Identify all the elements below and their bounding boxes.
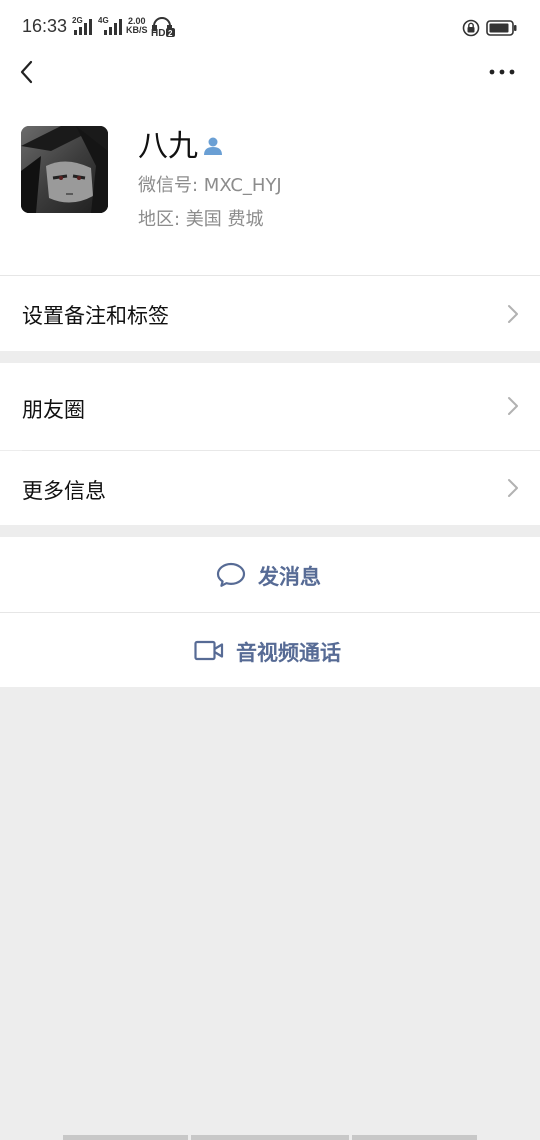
back-icon[interactable] [14,58,42,86]
moments-row[interactable]: 朋友圈 [0,363,540,450]
chevron-right-icon [508,305,518,323]
more-info-row[interactable]: 更多信息 [0,451,540,525]
contact-person-icon [202,136,224,160]
battery-icon [486,20,518,40]
chevron-right-icon [508,397,518,415]
network-speed: 2.00 KB/S [126,16,148,35]
wechat-id: 微信号: MXC_HYJ [138,175,282,196]
rotation-lock-icon [462,19,480,41]
video-camera-icon [194,640,224,661]
signal-2g-icon: 2G [72,16,92,35]
signal-4g-icon: 4G [98,16,122,35]
nav-indicator [63,1135,188,1140]
nav-indicator [191,1135,349,1140]
video-call-button[interactable]: 音视频通话 [0,613,540,687]
hd-voice-icon: HD 2 [151,17,177,41]
moments-label: 朋友圈 [22,398,85,422]
region: 地区: 美国 费城 [138,209,264,230]
chevron-right-icon [508,479,518,497]
nav-indicator [352,1135,477,1140]
status-time: 16:33 [22,16,68,36]
chat-bubble-icon [216,562,246,587]
profile-name: 八九 [138,129,198,164]
more-options-icon[interactable] [488,62,518,82]
send-message-button[interactable]: 发消息 [0,537,540,612]
avatar[interactable] [21,126,108,213]
svg-text:2: 2 [168,29,173,37]
status-bar: 16:33 2G 4G 2.00 KB/S HD 2 [0,0,540,54]
svg-text:HD: HD [151,28,165,37]
send-message-label: 发消息 [258,565,321,589]
set-remark-label: 设置备注和标签 [22,304,169,328]
more-info-label: 更多信息 [22,479,106,503]
set-remark-row[interactable]: 设置备注和标签 [0,276,540,351]
video-call-label: 音视频通话 [236,641,341,665]
